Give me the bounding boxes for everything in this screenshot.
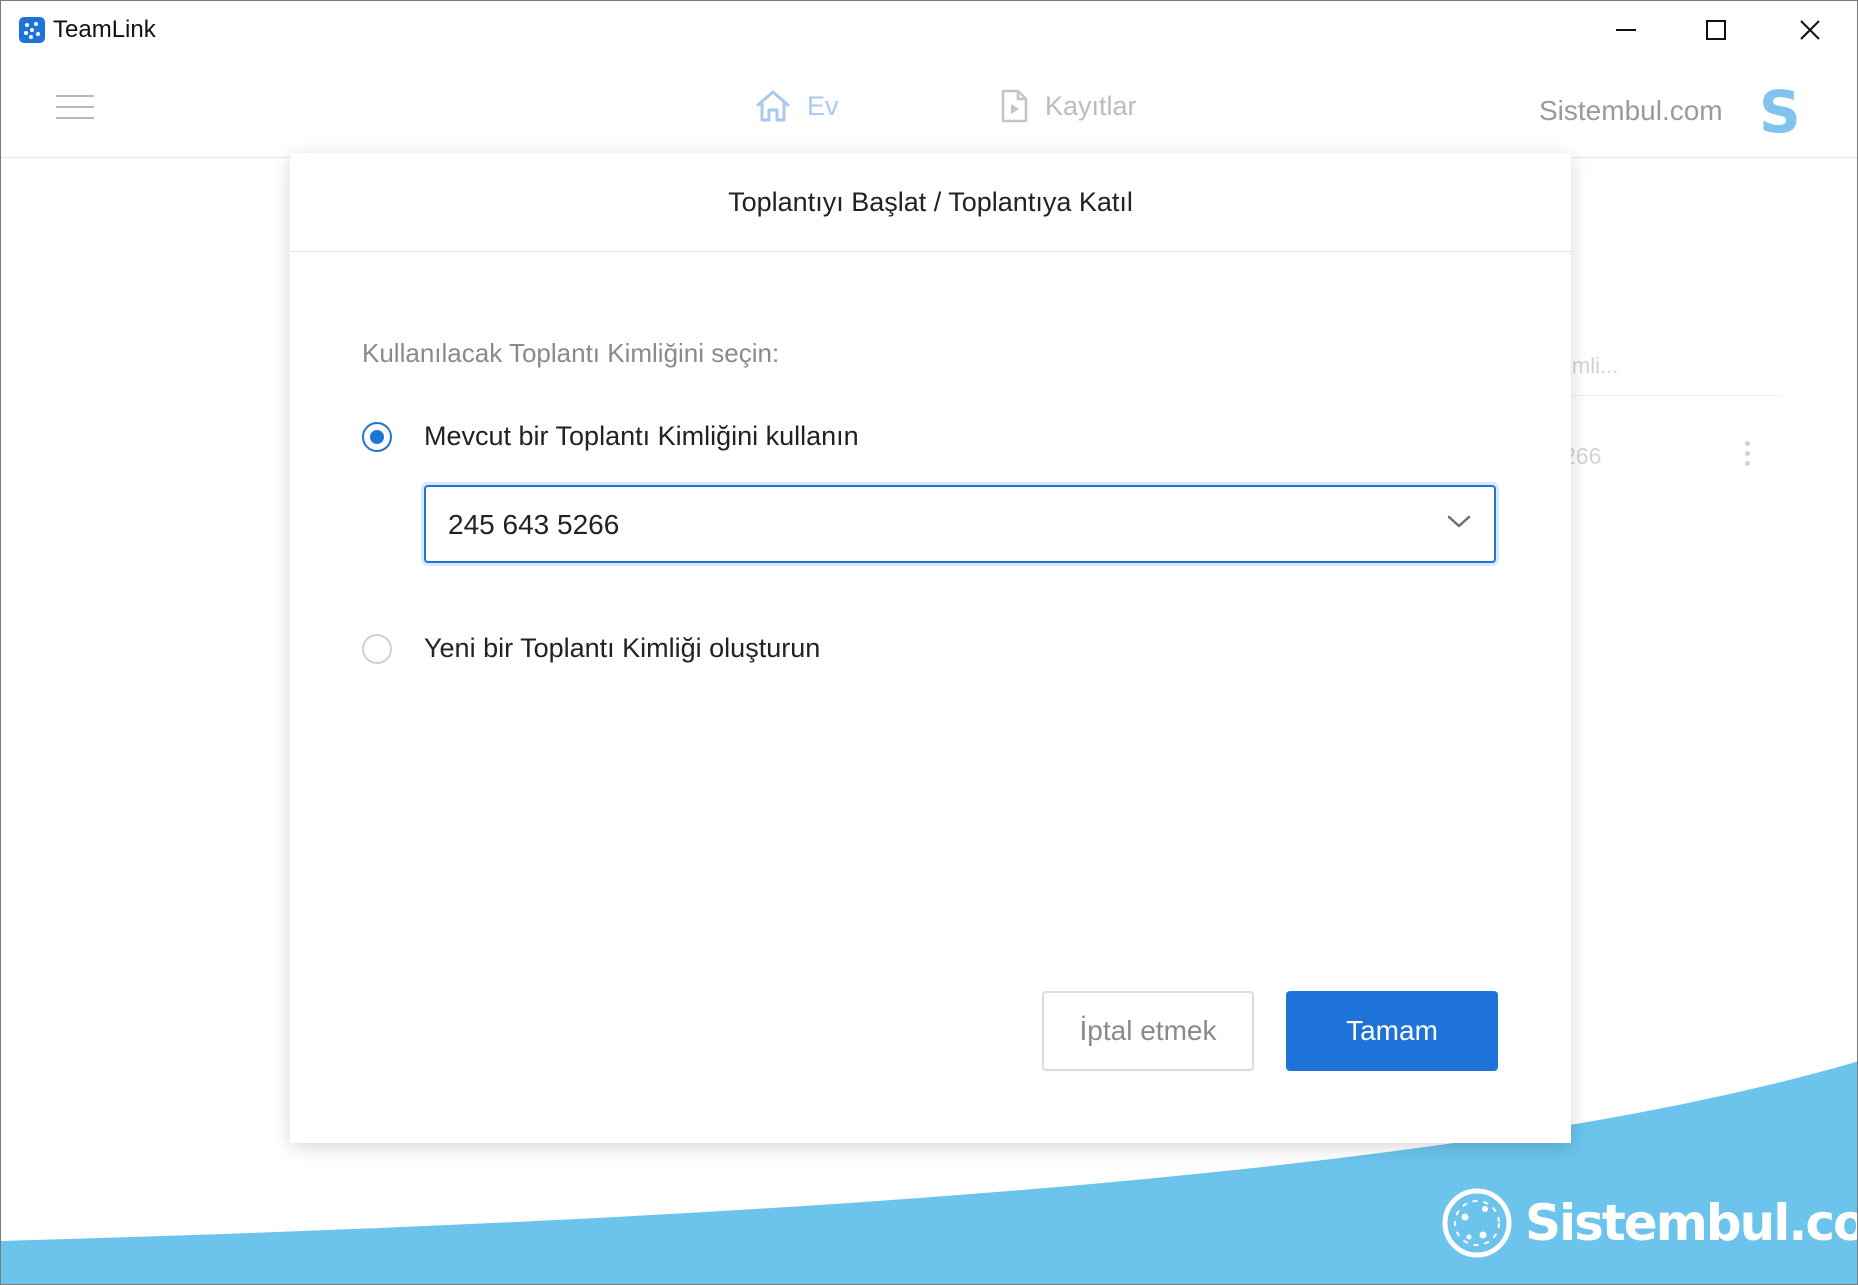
meeting-id-value: 245 643 5266 <box>448 509 620 540</box>
cancel-button[interactable]: İptal etmek <box>1042 991 1254 1071</box>
close-window-button[interactable] <box>1765 1 1855 59</box>
maximize-icon <box>1706 20 1726 40</box>
close-icon <box>1800 20 1820 40</box>
nav-tab-home[interactable]: Ev <box>755 89 839 123</box>
title-bar: TeamLink <box>1 1 1857 59</box>
teamlink-window: TeamLink Ev Kayıtlar Sistembul.com S iml… <box>0 0 1858 1285</box>
chevron-down-icon <box>1447 515 1471 528</box>
dialog-prompt: Kullanılacak Toplantı Kimliğini seçin: <box>362 338 780 368</box>
top-navigation-bar: Ev Kayıtlar Sistembul.com S <box>1 59 1857 158</box>
minimize-icon <box>1616 29 1636 31</box>
background-search-hint: imli... <box>1567 353 1619 378</box>
teamlink-logo-icon <box>19 17 45 43</box>
radio-new-id[interactable] <box>362 634 392 664</box>
nav-tab-recordings[interactable]: Kayıtlar <box>999 89 1137 123</box>
nav-recordings-label: Kayıtlar <box>1045 90 1137 121</box>
meeting-id-dropdown[interactable]: 245 643 5266 <box>424 485 1496 563</box>
minimize-button[interactable] <box>1581 1 1671 59</box>
home-icon <box>756 90 790 122</box>
meeting-dialog: Toplantıyı Başlat / Toplantıya Katıl Kul… <box>290 153 1571 1143</box>
radio-existing-id[interactable] <box>362 422 392 452</box>
window-title: TeamLink <box>53 16 156 43</box>
recording-file-icon <box>1001 89 1028 123</box>
watermark-logo: Sistembul.com <box>1441 1187 1857 1259</box>
account-name[interactable]: Sistembul.com <box>1539 95 1723 127</box>
watermark-globe-icon <box>1442 1188 1512 1258</box>
nav-home-label: Ev <box>807 90 839 121</box>
option-existing-label[interactable]: Mevcut bir Toplantı Kimliğini kullanın <box>424 421 859 452</box>
ok-button[interactable]: Tamam <box>1286 991 1498 1071</box>
watermark-text: Sistembul.com <box>1525 1194 1857 1252</box>
dialog-title: Toplantıyı Başlat / Toplantıya Katıl <box>290 153 1571 252</box>
background-divider <box>1561 395 1781 396</box>
option-new-label[interactable]: Yeni bir Toplantı Kimliği oluşturun <box>424 633 820 664</box>
more-options-icon[interactable] <box>1745 441 1751 471</box>
maximize-button[interactable] <box>1671 1 1761 59</box>
user-avatar[interactable]: S <box>1759 83 1801 141</box>
menu-hamburger-icon[interactable] <box>56 95 94 121</box>
